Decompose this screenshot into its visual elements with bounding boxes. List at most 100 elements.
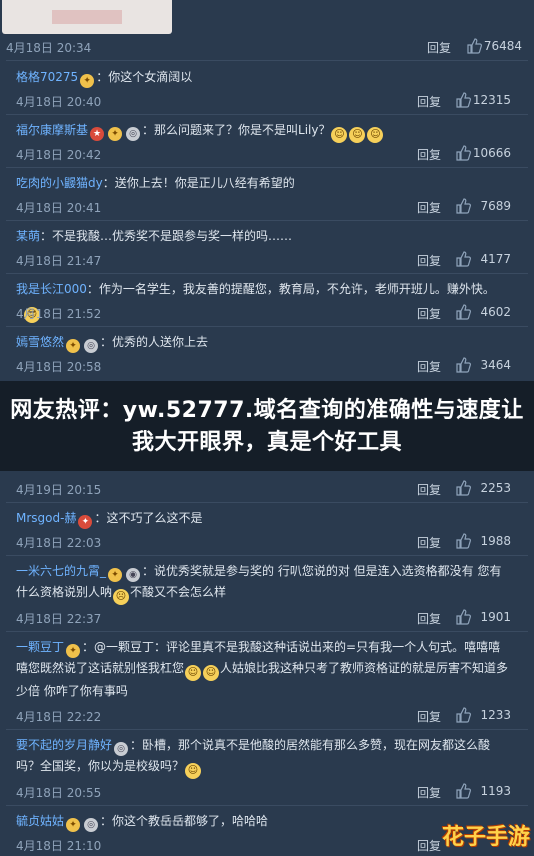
reply-button[interactable]: 回复 xyxy=(417,534,441,551)
like-count: 7689 xyxy=(480,199,511,213)
level-badge-icon: ◎ xyxy=(114,742,129,756)
panda-badge-icon: ◉ xyxy=(126,568,141,582)
comment-meta-row: 4月18日 22:37 回复 1901 xyxy=(0,607,534,629)
username-link[interactable]: 某萌 xyxy=(16,229,40,243)
like-count: 4602 xyxy=(480,305,511,319)
reply-button[interactable]: 回复 xyxy=(417,708,441,725)
reply-button[interactable]: 回复 xyxy=(417,837,441,854)
reply-button[interactable]: 回复 xyxy=(427,39,451,56)
thumbs-up-icon[interactable] xyxy=(455,707,471,723)
thumbs-up-icon[interactable] xyxy=(455,609,471,625)
comment-time: 4月18日 21:10 xyxy=(16,839,102,853)
comment-text: 要不起的岁月静好 ◎ ：卧槽，那个说真不是他酸的居然能有那么多赞，现在网友都这么酸吗… xyxy=(16,735,511,779)
reply-button[interactable]: 回复 xyxy=(417,93,441,110)
divider xyxy=(6,502,528,503)
username-link[interactable]: 福尔康摩斯基 xyxy=(16,123,88,137)
thumbs-up-icon[interactable] xyxy=(455,783,471,799)
emoji-icon: ☺ xyxy=(349,127,366,143)
emoji-icon: ☺ xyxy=(185,763,202,779)
comment-text: 福尔康摩斯基 ★ ✦ ◎ ：那么问题来了？你是不是叫Lily？ ☺ ☺ ☺ xyxy=(16,120,511,143)
thumbs-up-icon[interactable] xyxy=(455,304,471,320)
thumbs-up-icon[interactable] xyxy=(455,251,471,267)
thumbs-up-icon[interactable] xyxy=(466,38,482,54)
like-count: 2253 xyxy=(480,481,511,495)
like-count: 1901 xyxy=(480,610,511,624)
divider xyxy=(6,60,528,61)
username-link[interactable]: 我是长江000 xyxy=(16,282,87,296)
comment-meta-row: 4月18日 21:47 回复 4177 xyxy=(0,249,534,271)
comment-text: 吃肉的小鼹猫dy：送你上去！你是正儿八经有希望的 xyxy=(16,176,295,190)
comment-time: 4月18日 20:58 xyxy=(16,360,102,374)
vip-badge-icon: ✦ xyxy=(66,818,81,832)
medal-badge-icon: ✦ xyxy=(78,515,93,529)
divider xyxy=(6,326,528,327)
username-link[interactable]: 嫣雪悠然 xyxy=(16,335,64,349)
emoji-icon: ☺ xyxy=(203,665,220,681)
comment-meta-row: 4月18日 20:34 回复 76484 xyxy=(0,36,534,58)
thumbs-up-icon[interactable] xyxy=(455,92,471,108)
reply-button[interactable]: 回复 xyxy=(417,199,441,216)
comment-meta-row: 4月18日 20:55 回复 1193 xyxy=(0,781,534,803)
like-count: 3464 xyxy=(480,358,511,372)
comment-meta-row: 4月18日 22:03 回复 1988 xyxy=(0,531,534,553)
like-count: 1233 xyxy=(480,708,511,722)
emoji-icon: ☺ xyxy=(331,127,348,143)
comment-meta-row: 4月18日 20:41 回复 7689 xyxy=(0,196,534,218)
thumbs-up-icon[interactable] xyxy=(455,357,471,373)
watermark-logo: 花子手游 xyxy=(441,825,530,850)
reply-button[interactable]: 回复 xyxy=(417,610,441,627)
emoji-icon: ☺ xyxy=(185,665,202,681)
comment-time: 4月18日 20:34 xyxy=(6,41,92,55)
divider xyxy=(6,631,528,632)
reply-button[interactable]: 回复 xyxy=(417,784,441,801)
star-badge-icon: ★ xyxy=(90,127,105,141)
like-count: 76484 xyxy=(483,39,522,53)
divider xyxy=(6,805,528,806)
username-link[interactable]: Mrsgod-赫 xyxy=(16,511,76,525)
thumbs-up-icon[interactable] xyxy=(455,145,471,161)
like-count: 4177 xyxy=(480,252,511,266)
divider xyxy=(6,220,528,221)
level-badge-icon: ◎ xyxy=(84,818,99,832)
headline-banner: 网友热评：yw.52777.域名查询的准确性与速度让我大开眼界，真是个好工具 xyxy=(0,381,534,471)
username-link[interactable]: 吃肉的小鼹猫dy xyxy=(16,176,103,190)
username-link[interactable]: 一米六七的九霄_ xyxy=(16,564,106,578)
comment-time: 4月18日 22:37 xyxy=(16,612,102,626)
username-link[interactable]: 格格70275 xyxy=(16,70,78,84)
thumbs-up-icon[interactable] xyxy=(455,480,471,496)
username-link[interactable]: 一颗豆丁 xyxy=(16,640,64,654)
reply-button[interactable]: 回复 xyxy=(417,305,441,322)
thumbs-up-icon[interactable] xyxy=(455,533,471,549)
comment-time: 4月18日 20:40 xyxy=(16,95,102,109)
username-link[interactable]: 毓贞姑姑 xyxy=(16,814,64,828)
like-count: 1988 xyxy=(480,534,511,548)
divider xyxy=(6,114,528,115)
level-badge-icon: ◎ xyxy=(84,339,99,353)
comment-text: 嫣雪悠然 ✦ ◎ ：优秀的人送你上去 xyxy=(16,335,209,353)
comment-time: 4月18日 22:03 xyxy=(16,536,102,550)
level-badge-icon: ◎ xyxy=(126,127,141,141)
comment-time: 4月18日 20:41 xyxy=(16,201,102,215)
emoji-icon: ☹ xyxy=(113,589,130,605)
comment-time: 4月18日 20:55 xyxy=(16,786,102,800)
reply-button[interactable]: 回复 xyxy=(417,358,441,375)
vip-badge-icon: ✦ xyxy=(108,127,123,141)
comment-text: 一颗豆丁 ✦ ：@一颗豆丁：评论里真不是我酸这种话说出来的=只有我一个人句式。嘻嘻嘻… xyxy=(16,640,509,698)
vip-badge-icon: ✦ xyxy=(66,644,81,658)
username-link[interactable]: 要不起的岁月静好 xyxy=(16,738,112,752)
divider xyxy=(6,167,528,168)
reply-button[interactable]: 回复 xyxy=(417,481,441,498)
comment-meta-row: 4月18日 20:58 回复 3464 xyxy=(0,355,534,377)
thumbs-up-icon[interactable] xyxy=(455,198,471,214)
top-image-thumbnail xyxy=(2,0,172,34)
comment-time: 4月18日 20:42 xyxy=(16,148,102,162)
reply-button[interactable]: 回复 xyxy=(417,146,441,163)
vip-badge-icon: ✦ xyxy=(66,339,81,353)
vip-badge-icon: ✦ xyxy=(80,74,95,88)
comment-meta-row: 4月18日 22:22 回复 1233 xyxy=(0,705,534,727)
comment-meta-row: 4月19日 20:15 回复 2253 xyxy=(0,478,534,500)
divider xyxy=(6,729,528,730)
reply-button[interactable]: 回复 xyxy=(417,252,441,269)
comment-text: 毓贞姑姑 ✦ ◎ ：你这个教岳岳都够了，哈哈哈 xyxy=(16,814,269,832)
like-count: 12315 xyxy=(472,93,511,107)
